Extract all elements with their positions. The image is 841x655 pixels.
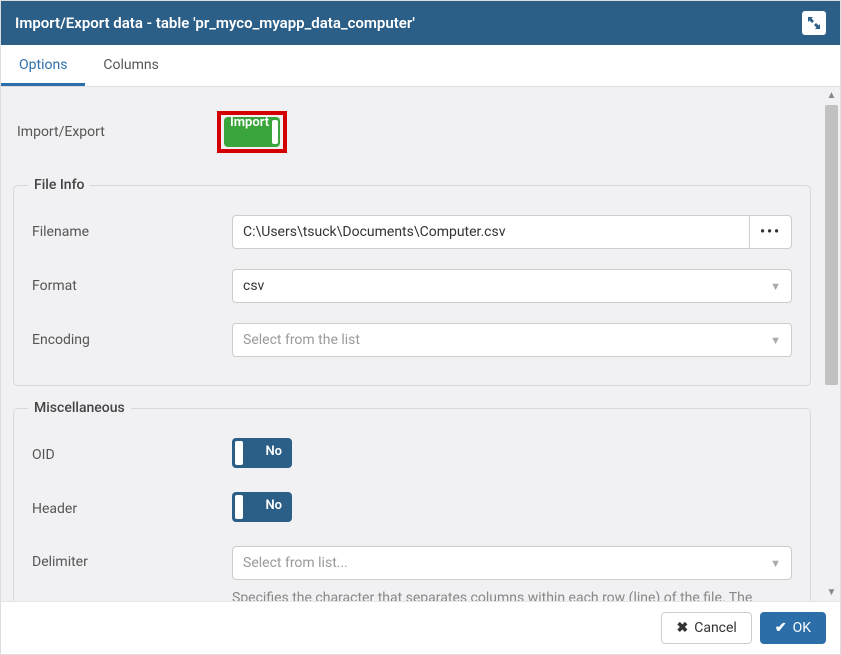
miscellaneous-legend: Miscellaneous — [28, 400, 131, 416]
delimiter-label: Delimiter — [32, 546, 232, 570]
delimiter-help-text: Specifies the character that separates c… — [232, 588, 792, 601]
header-label: Header — [32, 501, 232, 517]
encoding-select[interactable]: Select from the list ▼ — [232, 323, 792, 357]
delimiter-placeholder: Select from list... — [243, 555, 348, 571]
miscellaneous-fieldset: Miscellaneous OID No Header — [13, 400, 811, 601]
oid-label: OID — [32, 447, 232, 463]
cancel-button[interactable]: ✖ Cancel — [661, 612, 751, 644]
scroll-up-button[interactable]: ▲ — [823, 87, 840, 104]
check-icon: ✔ — [775, 620, 787, 636]
tab-bar: Options Columns — [1, 45, 840, 87]
filename-input[interactable]: C:\Users\tsuck\Documents\Computer.csv — [232, 215, 750, 249]
file-info-legend: File Info — [28, 177, 90, 193]
toggle-knob — [235, 495, 243, 519]
delimiter-select[interactable]: Select from list... ▼ — [232, 546, 792, 580]
dialog-footer: ✖ Cancel ✔ OK — [1, 601, 840, 654]
header-value: No — [265, 498, 282, 513]
chevron-down-icon: ▼ — [770, 334, 781, 347]
maximize-button[interactable] — [802, 11, 826, 35]
encoding-placeholder: Select from the list — [243, 332, 360, 348]
ok-label: OK — [793, 620, 811, 636]
format-label: Format — [32, 278, 232, 294]
format-value: csv — [243, 278, 264, 294]
oid-toggle[interactable]: No — [232, 438, 292, 468]
header-toggle[interactable]: No — [232, 492, 292, 522]
cancel-label: Cancel — [694, 620, 737, 636]
expand-icon — [808, 17, 820, 29]
browse-button[interactable]: ••• — [750, 215, 792, 249]
tab-options[interactable]: Options — [1, 45, 85, 86]
encoding-label: Encoding — [32, 332, 232, 348]
chevron-down-icon: ▼ — [770, 280, 781, 293]
scrollbar[interactable]: ▲ ▼ — [823, 87, 840, 601]
highlight-box: Import — [217, 111, 287, 153]
dialog-header: Import/Export data - table 'pr_myco_myap… — [1, 1, 840, 45]
toggle-knob — [235, 441, 243, 465]
file-info-fieldset: File Info Filename C:\Users\tsuck\Docume… — [13, 177, 811, 386]
ok-button[interactable]: ✔ OK — [760, 612, 826, 644]
format-select[interactable]: csv ▼ — [232, 269, 792, 303]
import-export-label: Import/Export — [17, 124, 217, 140]
toggle-knob — [272, 120, 278, 144]
dialog-body: Import/Export Import File Info Filename — [1, 87, 823, 601]
import-export-toggle[interactable]: Import — [224, 117, 280, 147]
tab-columns[interactable]: Columns — [85, 45, 176, 86]
import-export-dialog: Import/Export data - table 'pr_myco_myap… — [0, 0, 841, 655]
filename-label: Filename — [32, 224, 232, 240]
oid-value: No — [265, 444, 282, 459]
close-icon: ✖ — [676, 620, 688, 636]
scroll-down-button[interactable]: ▼ — [823, 584, 840, 601]
chevron-down-icon: ▼ — [770, 557, 781, 570]
scroll-thumb[interactable] — [825, 105, 838, 385]
dialog-title: Import/Export data - table 'pr_myco_myap… — [15, 14, 415, 32]
